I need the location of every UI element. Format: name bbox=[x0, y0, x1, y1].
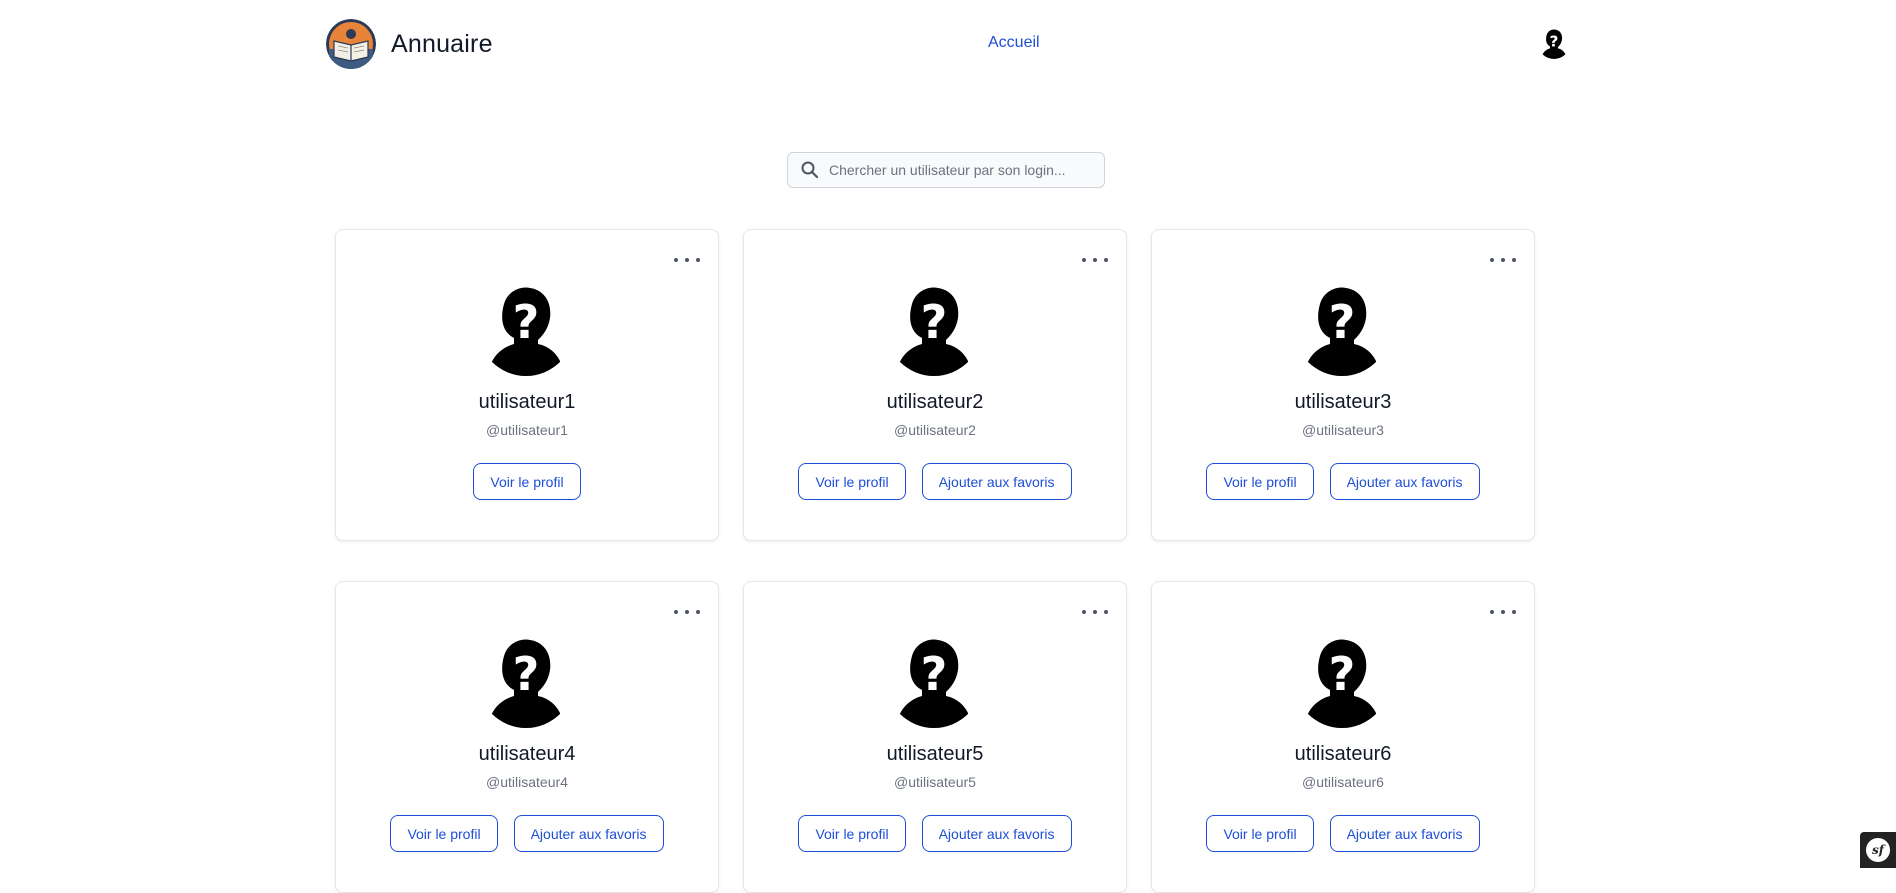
user-name: utilisateur3 bbox=[1294, 391, 1392, 413]
user-card: ? utilisateur5 @utilisateur5 Voir le pro… bbox=[743, 581, 1127, 893]
view-profile-button[interactable]: Voir le profil bbox=[1206, 815, 1314, 852]
user-name: utilisateur1 bbox=[478, 391, 576, 413]
book-reading-icon bbox=[326, 19, 376, 69]
svg-text:?: ? bbox=[921, 647, 948, 701]
add-favorite-button[interactable]: Ajouter aux favoris bbox=[1329, 463, 1480, 500]
card-actions: Voir le profil Ajouter aux favoris bbox=[1152, 463, 1534, 500]
card-actions: Voir le profil Ajouter aux favoris bbox=[336, 815, 718, 852]
brand-link[interactable]: Annuaire bbox=[326, 19, 493, 69]
unknown-user-avatar-icon: ? bbox=[886, 280, 982, 376]
search-input[interactable] bbox=[829, 162, 1089, 178]
user-card: ? utilisateur6 @utilisateur6 Voir le pro… bbox=[1151, 581, 1535, 893]
card-actions: Voir le profil bbox=[336, 463, 718, 500]
user-name: utilisateur5 bbox=[886, 743, 984, 765]
svg-text:?: ? bbox=[513, 647, 540, 701]
add-favorite-button[interactable]: Ajouter aux favoris bbox=[513, 815, 664, 852]
search-icon bbox=[801, 161, 819, 179]
svg-text:?: ? bbox=[1550, 32, 1559, 50]
user-name: utilisateur2 bbox=[886, 391, 984, 413]
user-name: utilisateur6 bbox=[1294, 743, 1392, 765]
brand-title: Annuaire bbox=[391, 29, 493, 58]
user-login: @utilisateur3 bbox=[1302, 422, 1384, 438]
more-options-icon[interactable] bbox=[1490, 606, 1516, 618]
card-actions: Voir le profil Ajouter aux favoris bbox=[744, 815, 1126, 852]
more-options-icon[interactable] bbox=[1490, 254, 1516, 266]
unknown-user-avatar-icon[interactable]: ? bbox=[1538, 27, 1570, 59]
view-profile-button[interactable]: Voir le profil bbox=[473, 463, 581, 500]
card-actions: Voir le profil Ajouter aux favoris bbox=[744, 463, 1126, 500]
more-options-icon[interactable] bbox=[674, 606, 700, 618]
user-login: @utilisateur1 bbox=[486, 422, 568, 438]
view-profile-button[interactable]: Voir le profil bbox=[798, 463, 906, 500]
user-login: @utilisateur2 bbox=[894, 422, 976, 438]
more-options-icon[interactable] bbox=[674, 254, 700, 266]
svg-text:?: ? bbox=[513, 295, 540, 349]
svg-text:?: ? bbox=[921, 295, 948, 349]
user-login: @utilisateur6 bbox=[1302, 774, 1384, 790]
more-options-icon[interactable] bbox=[1082, 606, 1108, 618]
add-favorite-button[interactable]: Ajouter aux favoris bbox=[921, 815, 1072, 852]
unknown-user-avatar-icon: ? bbox=[1294, 632, 1390, 728]
user-login: @utilisateur5 bbox=[894, 774, 976, 790]
top-navbar: Annuaire Accueil ? bbox=[0, 0, 1896, 90]
svg-text:?: ? bbox=[1329, 647, 1356, 701]
user-login: @utilisateur4 bbox=[486, 774, 568, 790]
unknown-user-avatar-icon: ? bbox=[478, 632, 574, 728]
user-card: ? utilisateur3 @utilisateur3 Voir le pro… bbox=[1151, 229, 1535, 541]
user-card: ? utilisateur4 @utilisateur4 Voir le pro… bbox=[335, 581, 719, 893]
unknown-user-avatar-icon: ? bbox=[886, 632, 982, 728]
user-card: ? utilisateur1 @utilisateur1 Voir le pro… bbox=[335, 229, 719, 541]
more-options-icon[interactable] bbox=[1082, 254, 1108, 266]
debug-toolbar-toggle[interactable]: sf bbox=[1860, 832, 1896, 868]
unknown-user-avatar-icon: ? bbox=[1294, 280, 1390, 376]
view-profile-button[interactable]: Voir le profil bbox=[798, 815, 906, 852]
svg-text:?: ? bbox=[1329, 295, 1356, 349]
user-name: utilisateur4 bbox=[478, 743, 576, 765]
add-favorite-button[interactable]: Ajouter aux favoris bbox=[921, 463, 1072, 500]
user-card-grid: ? utilisateur1 @utilisateur1 Voir le pro… bbox=[335, 229, 1535, 893]
view-profile-button[interactable]: Voir le profil bbox=[390, 815, 498, 852]
search-bar bbox=[787, 152, 1105, 188]
card-actions: Voir le profil Ajouter aux favoris bbox=[1152, 815, 1534, 852]
add-favorite-button[interactable]: Ajouter aux favoris bbox=[1329, 815, 1480, 852]
user-card: ? utilisateur2 @utilisateur2 Voir le pro… bbox=[743, 229, 1127, 541]
symfony-icon: sf bbox=[1866, 838, 1890, 862]
unknown-user-avatar-icon: ? bbox=[478, 280, 574, 376]
nav-link-accueil[interactable]: Accueil bbox=[988, 34, 1040, 52]
view-profile-button[interactable]: Voir le profil bbox=[1206, 463, 1314, 500]
